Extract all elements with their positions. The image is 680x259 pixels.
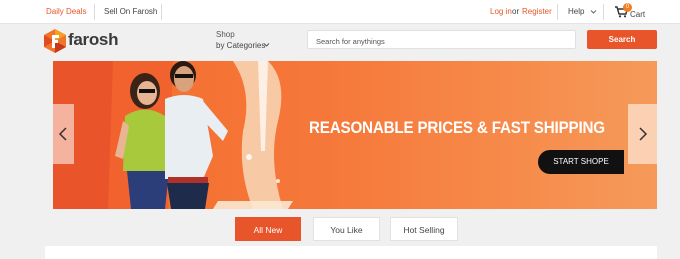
sell-on-farosh-link[interactable]: Sell On Farosh: [104, 0, 157, 24]
carousel-prev-button[interactable]: [53, 104, 74, 164]
login-link[interactable]: Log in: [490, 0, 512, 24]
start-shopping-button[interactable]: START SHOPE: [538, 150, 624, 174]
carousel-next-button[interactable]: [628, 104, 657, 164]
top-utility-bar: Daily Deals Sell On Farosh Log in or Reg…: [0, 0, 680, 24]
divider: [161, 4, 162, 20]
search-button[interactable]: Search: [587, 30, 657, 49]
shop-label[interactable]: Shop: [216, 29, 235, 40]
daily-deals-link[interactable]: Daily Deals: [46, 0, 86, 24]
divider: [603, 4, 604, 20]
tab-you-like[interactable]: You Like: [313, 217, 380, 241]
divider: [94, 4, 95, 20]
hero-banner: REASONABLE PRICES & FAST SHIPPING START …: [53, 61, 657, 209]
search-input[interactable]: [308, 33, 575, 50]
or-text: or: [512, 7, 520, 16]
logo-text[interactable]: farosh: [68, 30, 118, 50]
chevron-down-icon: [263, 43, 270, 47]
register-link[interactable]: Register: [522, 0, 552, 24]
banner-headline: REASONABLE PRICES & FAST SHIPPING: [309, 119, 605, 137]
chevron-down-icon: [590, 10, 597, 14]
categories-menu[interactable]: by Categories: [216, 40, 265, 51]
search-box: [307, 30, 576, 50]
product-panel: [45, 246, 657, 259]
help-menu[interactable]: Help: [568, 0, 584, 24]
cart-label[interactable]: Cart: [630, 3, 645, 27]
chevron-right-icon: [639, 127, 648, 141]
divider: [557, 4, 558, 20]
banner-artwork: [53, 61, 293, 209]
tab-hot-selling[interactable]: Hot Selling: [390, 217, 458, 241]
tab-all-new[interactable]: All New: [235, 217, 301, 241]
chevron-left-icon: [58, 127, 67, 141]
logo-icon[interactable]: [44, 29, 66, 53]
